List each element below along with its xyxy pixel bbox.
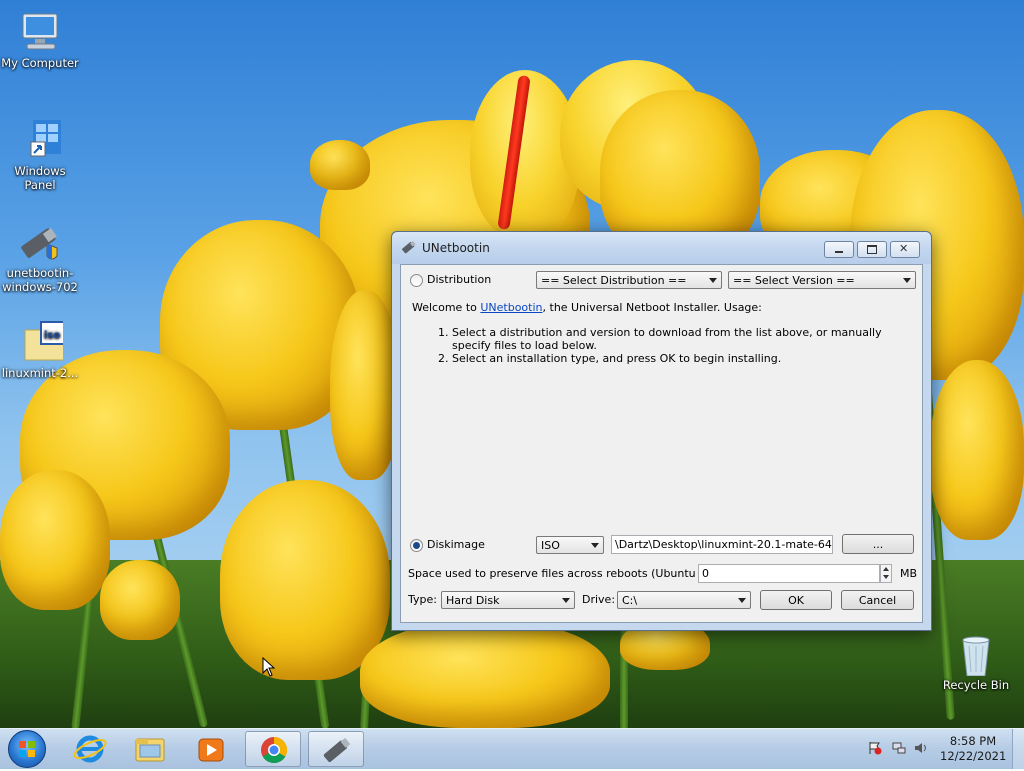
svg-text:iso: iso: [44, 330, 60, 341]
diskimage-label: Diskimage: [427, 538, 485, 551]
desktop-icon-linuxmint-iso[interactable]: iso linuxmint-2...: [0, 320, 80, 380]
chevron-down-icon: [591, 543, 599, 548]
media-player-icon: [198, 738, 224, 762]
ok-button[interactable]: OK: [760, 590, 832, 610]
welcome-text: Welcome to UNetbootin, the Universal Net…: [412, 301, 762, 314]
usage-steps: Select a distribution and version to dow…: [412, 326, 902, 365]
usage-step: Select a distribution and version to dow…: [452, 326, 902, 352]
clock-date: 12/22/2021: [940, 749, 1007, 763]
volume-icon[interactable]: [914, 741, 928, 755]
unetbootin-icon: [323, 737, 351, 763]
diskimage-radio[interactable]: [410, 539, 423, 552]
window-title: UNetbootin: [422, 241, 490, 255]
chevron-down-icon: [562, 598, 570, 603]
recycle-bin-icon: [953, 632, 999, 677]
unetbootin-title-icon: [402, 240, 416, 254]
taskbar-internet-explorer[interactable]: [62, 731, 118, 767]
iso-file-icon: iso: [17, 320, 66, 364]
chevron-down-icon: [738, 598, 746, 603]
network-icon[interactable]: [892, 741, 906, 755]
taskbar-clock[interactable]: 8:58 PM 12/22/2021: [940, 734, 1006, 764]
desktop-icon-label: My Computer: [1, 56, 79, 70]
desktop-icon-label: Recycle Bin: [942, 678, 1010, 692]
space-input[interactable]: 0: [698, 564, 880, 583]
internet-explorer-icon: [73, 735, 107, 763]
desktop-icon-my-computer[interactable]: My Computer: [0, 10, 80, 70]
close-button[interactable]: ✕: [890, 241, 920, 258]
clock-time: 8:58 PM: [949, 734, 997, 748]
taskbar-media-player[interactable]: [183, 731, 239, 767]
windows-panel-icon: [17, 118, 63, 162]
show-desktop-button[interactable]: [1012, 729, 1024, 769]
browse-button[interactable]: ...: [842, 534, 914, 554]
type-label: Type:: [408, 593, 437, 606]
action-center-flag-icon[interactable]: [868, 741, 882, 755]
taskbar-unetbootin[interactable]: [308, 731, 364, 767]
distribution-radio[interactable]: [410, 274, 423, 287]
chevron-up-icon[interactable]: [883, 567, 889, 571]
drive-select[interactable]: C:\: [617, 591, 751, 609]
desktop-icon-unetbootin[interactable]: unetbootin-windows-702: [0, 220, 80, 294]
taskbar-file-explorer[interactable]: [122, 731, 178, 767]
minimize-icon: [835, 251, 843, 253]
chevron-down-icon: [903, 278, 911, 283]
chrome-icon: [261, 736, 288, 764]
version-select[interactable]: == Select Version ==: [728, 271, 916, 289]
chevron-down-icon: [709, 278, 717, 283]
drive-label: Drive:: [582, 593, 616, 606]
desktop-icon-label: linuxmint-2...: [1, 366, 79, 380]
distribution-select[interactable]: == Select Distribution ==: [536, 271, 722, 289]
mouse-cursor-icon: [262, 656, 276, 680]
diskimage-path-field[interactable]: \Dartz\Desktop\linuxmint-20.1-mate-64bit…: [611, 535, 833, 554]
file-explorer-icon: [135, 738, 165, 762]
start-button[interactable]: [8, 730, 46, 768]
window-content: Distribution == Select Distribution == =…: [400, 264, 923, 623]
desktop-icon-label: unetbootin-windows-702: [2, 266, 78, 294]
desktop-icon-recycle-bin[interactable]: Recycle Bin: [936, 632, 1016, 692]
unetbootin-link[interactable]: UNetbootin: [480, 301, 542, 314]
space-label: Space used to preserve files across rebo…: [408, 567, 731, 580]
usage-step: Select an installation type, and press O…: [452, 352, 902, 365]
distribution-label: Distribution: [427, 273, 492, 286]
taskbar: 8:58 PM 12/22/2021: [0, 728, 1024, 769]
space-unit: MB: [900, 567, 918, 580]
unetbootin-icon: [17, 220, 63, 264]
type-select[interactable]: Hard Disk: [441, 591, 575, 609]
unetbootin-window: UNetbootin ✕ Distribution == Select Dist…: [391, 231, 932, 631]
window-titlebar[interactable]: UNetbootin ✕: [392, 232, 931, 264]
maximize-icon: [867, 245, 877, 254]
minimize-button[interactable]: [824, 241, 854, 258]
windows-logo-icon: [19, 741, 35, 757]
chevron-down-icon[interactable]: [883, 575, 889, 579]
diskimage-type-select[interactable]: ISO: [536, 536, 604, 554]
space-spinner[interactable]: [880, 564, 892, 583]
taskbar-chrome[interactable]: [245, 731, 301, 767]
close-icon: ✕: [899, 242, 909, 255]
desktop-icon-label: Windows Panel: [14, 164, 66, 192]
maximize-button[interactable]: [857, 241, 887, 258]
my-computer-icon: [17, 10, 63, 54]
desktop-icon-windows-panel[interactable]: Windows Panel: [0, 118, 80, 192]
cancel-button[interactable]: Cancel: [841, 590, 914, 610]
